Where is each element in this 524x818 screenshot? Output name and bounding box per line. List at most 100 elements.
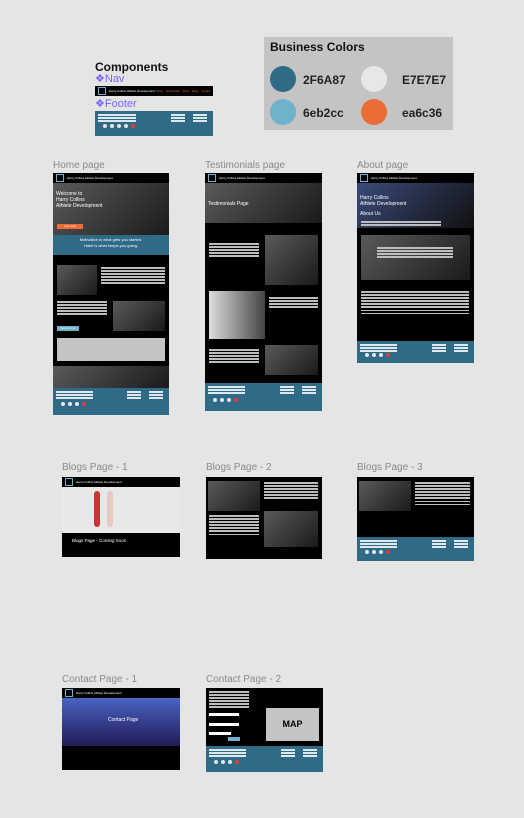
twitter-icon[interactable] <box>372 550 376 554</box>
blog-image <box>359 481 411 511</box>
contact-heading: Contact Page <box>108 717 139 723</box>
twitter-icon[interactable] <box>220 398 224 402</box>
color-hex: 2F6A87 <box>303 73 346 87</box>
youtube-icon[interactable] <box>235 760 239 764</box>
youtube-icon[interactable] <box>234 398 238 402</box>
instagram-icon[interactable] <box>379 353 383 357</box>
submit-button[interactable] <box>228 737 240 741</box>
contact-input[interactable] <box>209 723 239 726</box>
page-footer <box>206 746 323 772</box>
logo-icon <box>360 174 368 182</box>
youtube-icon[interactable] <box>386 353 390 357</box>
instagram-icon[interactable] <box>75 402 79 406</box>
twitter-icon[interactable] <box>221 760 225 764</box>
testimonial-image <box>265 345 318 375</box>
footer-component-label: ❖Footer <box>95 98 137 110</box>
blog-hero-image <box>62 487 180 533</box>
instagram-icon[interactable] <box>228 760 232 764</box>
contact-page-1-frame[interactable]: Harry Collins Athlete Development Contac… <box>62 688 180 770</box>
nav-brand: Harry Collins Athlete Development <box>219 176 265 180</box>
nav-link[interactable]: Home <box>156 90 163 93</box>
page-footer <box>357 537 474 561</box>
instagram-icon[interactable] <box>117 124 121 128</box>
placeholder-block <box>57 338 165 361</box>
instagram-icon[interactable] <box>379 550 383 554</box>
quote-banner: Motivation is what gets you started. Hab… <box>53 235 169 255</box>
facebook-icon[interactable] <box>103 124 107 128</box>
frame-title-blogs-2: Blogs Page - 2 <box>206 462 272 473</box>
nav-brand: Harry Collins Athlete Development <box>67 176 113 180</box>
linkedin-icon[interactable] <box>124 124 128 128</box>
blog-image <box>208 481 260 511</box>
color-swatch <box>270 66 296 92</box>
hero-heading: Testimonials Page <box>208 201 249 207</box>
color-hex: ea6c36 <box>402 106 443 120</box>
twitter-icon[interactable] <box>110 124 114 128</box>
facebook-icon[interactable] <box>61 402 65 406</box>
instagram-icon[interactable] <box>227 398 231 402</box>
contact-input[interactable] <box>209 713 239 716</box>
nav-link[interactable]: Contact <box>201 90 210 93</box>
nav-brand: Harry Collins Athlete Development <box>371 176 417 180</box>
frame-title-about: About page <box>357 160 409 171</box>
color-swatch <box>270 99 296 125</box>
facebook-icon[interactable] <box>214 760 218 764</box>
about-heading: About Us <box>360 211 381 217</box>
blogs-page-2-frame[interactable] <box>206 477 322 559</box>
youtube-icon[interactable] <box>82 402 86 406</box>
footer-component[interactable] <box>95 111 213 136</box>
frame-title-blogs-3: Blogs Page - 3 <box>357 462 423 473</box>
blogs-page-1-frame[interactable]: Harry Collins Athlete Development Blogs … <box>62 477 180 557</box>
dancer-figure <box>94 491 100 527</box>
page-footer <box>53 388 169 415</box>
logo-icon <box>208 174 216 182</box>
testimonial-image <box>265 235 318 285</box>
nav-link[interactable]: Blogs <box>192 90 198 93</box>
nav-link[interactable]: About <box>183 90 190 93</box>
home-page-frame[interactable]: Harry Collins Athlete Development Welcom… <box>53 173 169 415</box>
blogs-page-3-frame[interactable] <box>357 477 474 561</box>
component-icon: ❖ <box>95 98 105 110</box>
business-colors-panel: Business Colors 2F6A87 E7E7E7 6eb2cc ea6… <box>264 37 453 130</box>
frame-title-contact-1: Contact Page - 1 <box>62 674 138 685</box>
color-swatch <box>361 99 387 125</box>
contact-input[interactable] <box>209 732 231 735</box>
facebook-icon[interactable] <box>365 550 369 554</box>
youtube-icon[interactable] <box>131 124 135 128</box>
nav-brand: Harry Collins Athlete Development <box>109 89 155 93</box>
youtube-icon[interactable] <box>386 550 390 554</box>
content-image <box>53 366 169 388</box>
nav-links: Home Testimonials About Blogs Contact <box>156 90 210 93</box>
logo-icon <box>56 174 64 182</box>
frame-title-testimonials: Testimonials page <box>205 160 286 171</box>
hero-button[interactable]: Get now <box>57 224 83 229</box>
facebook-icon[interactable] <box>365 353 369 357</box>
about-page-frame[interactable]: Harry Collins Athlete Development Harry … <box>357 173 474 363</box>
content-image <box>57 265 97 295</box>
twitter-icon[interactable] <box>372 353 376 357</box>
frame-title-blogs-1: Blogs Page - 1 <box>62 462 128 473</box>
hero-heading: Harry Collins Athlete Development <box>360 195 407 207</box>
contact-page-2-frame[interactable]: MAP <box>206 688 323 772</box>
blogs-heading: Blogs Page - Coming Soon <box>72 538 127 543</box>
nav-brand: Harry Collins Athlete Development <box>76 480 122 484</box>
dancer-figure <box>107 491 113 527</box>
nav-link[interactable]: Testimonials <box>166 90 180 93</box>
read-more-button[interactable]: Read more <box>57 326 79 331</box>
logo-icon <box>98 87 106 95</box>
map-placeholder[interactable]: MAP <box>266 708 319 741</box>
nav-brand: Harry Collins Athlete Development <box>76 691 122 695</box>
twitter-icon[interactable] <box>68 402 72 406</box>
color-hex: 6eb2cc <box>303 106 344 120</box>
nav-component[interactable]: Harry Collins Athlete Development Home T… <box>95 86 213 96</box>
facebook-icon[interactable] <box>213 398 217 402</box>
logo-icon <box>65 689 73 697</box>
blog-image <box>264 511 318 547</box>
testimonial-image <box>209 291 265 339</box>
page-footer <box>357 341 474 363</box>
frame-title-contact-2: Contact Page - 2 <box>206 674 282 685</box>
color-swatch <box>361 66 387 92</box>
logo-icon <box>65 478 73 486</box>
testimonials-page-frame[interactable]: Harry Collins Athlete Development Testim… <box>205 173 322 411</box>
color-hex: E7E7E7 <box>402 73 447 87</box>
